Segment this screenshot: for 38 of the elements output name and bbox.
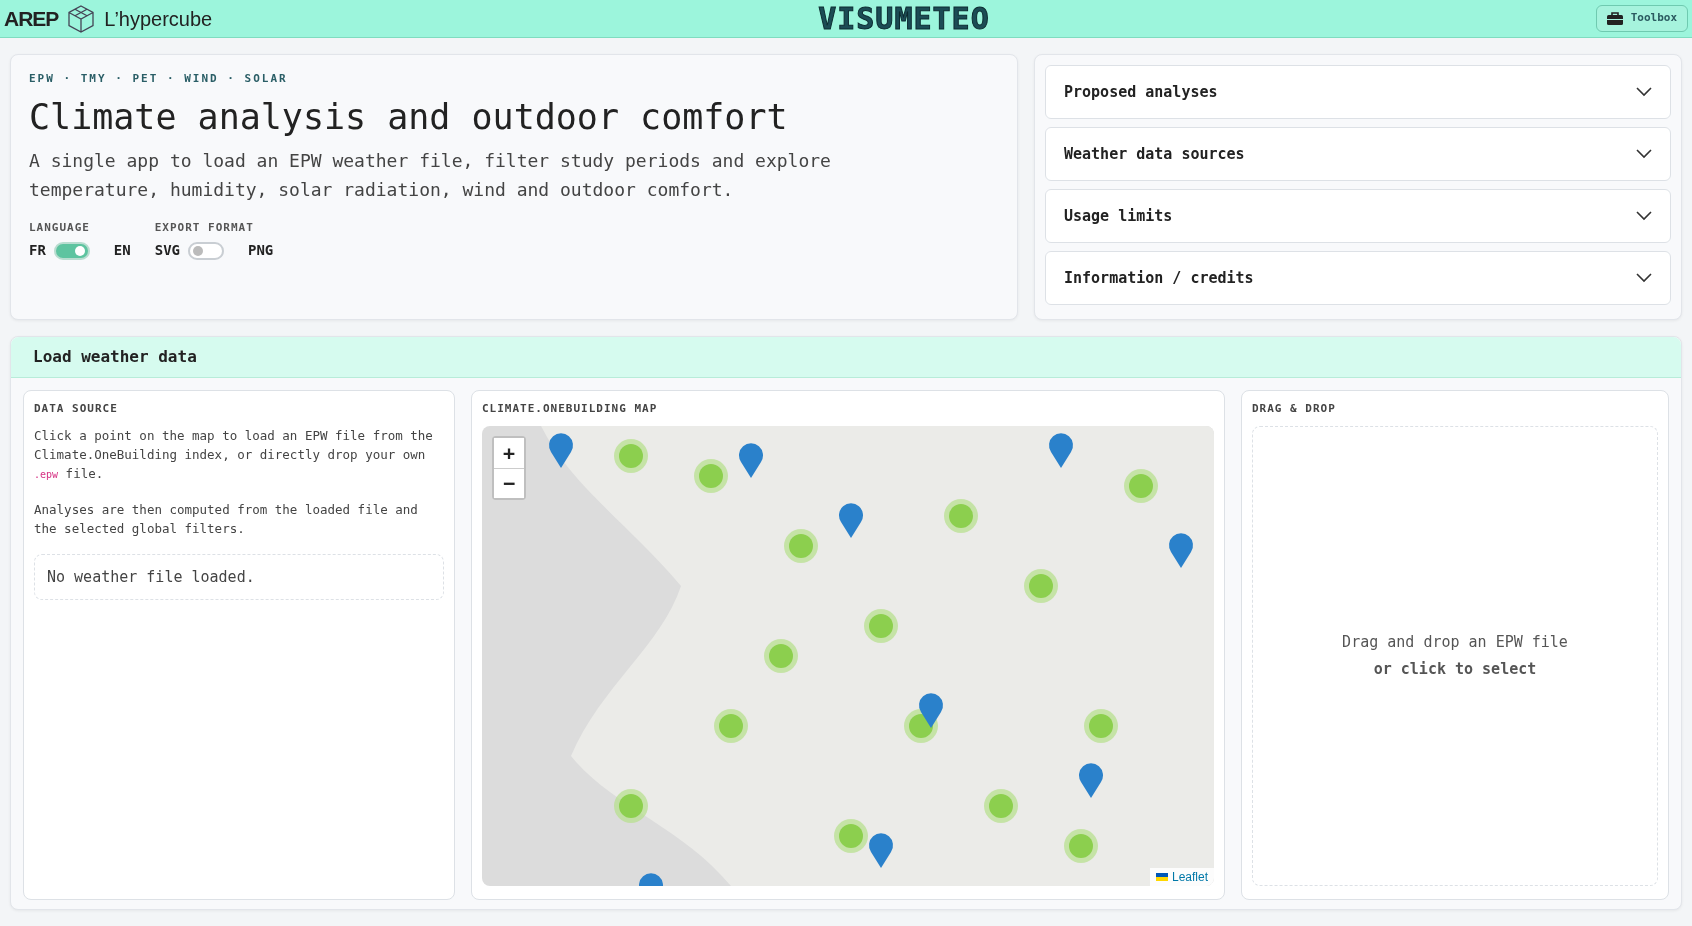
app-title: VISUMETEO bbox=[818, 1, 990, 36]
accordion-header[interactable]: Proposed analyses bbox=[1045, 65, 1671, 119]
toggle-switch[interactable] bbox=[53, 241, 90, 260]
page-title: Climate analysis and outdoor comfort bbox=[29, 95, 789, 138]
drop-text: or click to select bbox=[1373, 658, 1537, 680]
chevron-icon bbox=[1636, 273, 1652, 283]
card-heading: DRAG & DROP bbox=[1252, 401, 1337, 417]
paragraph: Analyses are then computed from the loaded file and the selected global filters. bbox=[34, 500, 419, 538]
option-label: FR bbox=[29, 241, 46, 260]
flag-icon bbox=[1155, 872, 1168, 881]
switch-label: LANGUAGE bbox=[29, 219, 91, 236]
accordion-header[interactable]: Usage limits bbox=[1045, 189, 1671, 243]
card-heading: DATA SOURCE bbox=[34, 401, 119, 417]
accordion-header[interactable]: Weather data sources bbox=[1045, 127, 1671, 181]
code-text: .epw bbox=[34, 468, 59, 480]
drop-text: Drag and drop an EPW file bbox=[1342, 632, 1568, 653]
option-label: EN bbox=[113, 241, 131, 260]
card-heading: CLIMATE.ONEBUILDING MAP bbox=[482, 401, 659, 417]
toolbox-icon bbox=[1606, 12, 1623, 25]
switch-label: EXPORT FORMAT bbox=[154, 219, 255, 236]
description: A single app to load an EPW weather file, filter study periods and explore temperature, humidity, solar radiation, wind and outdoor comfort. bbox=[29, 148, 832, 202]
drop-zone[interactable]: Drag and drop an EPW file or click to select bbox=[1252, 425, 1658, 886]
toolbox-button[interactable]: Toolbox bbox=[1595, 5, 1688, 32]
tag-line: EPW · TMY · PET · WIND · SOLAR bbox=[29, 71, 289, 87]
status-message: No weather file loaded. bbox=[34, 553, 444, 600]
option-label: SVG bbox=[154, 241, 180, 260]
chevron-icon bbox=[1636, 87, 1652, 97]
paragraph: Click a point on the map to load an EPW file from the Climate.OneBuilding index, or directly drop your own .epw file. bbox=[34, 426, 434, 483]
section-header: Load weather data bbox=[11, 337, 1681, 378]
toggle-switch[interactable] bbox=[188, 241, 224, 260]
accordion-header[interactable]: Information / credits bbox=[1045, 251, 1671, 305]
brand-logo: AREP bbox=[4, 5, 59, 32]
chevron-icon bbox=[1636, 149, 1652, 159]
zoom-out-button[interactable]: − bbox=[494, 467, 524, 498]
option-label: PNG bbox=[248, 241, 274, 260]
sub-brand: L’hypercube bbox=[104, 6, 213, 32]
chevron-icon bbox=[1636, 211, 1652, 221]
cube-icon bbox=[66, 3, 97, 34]
